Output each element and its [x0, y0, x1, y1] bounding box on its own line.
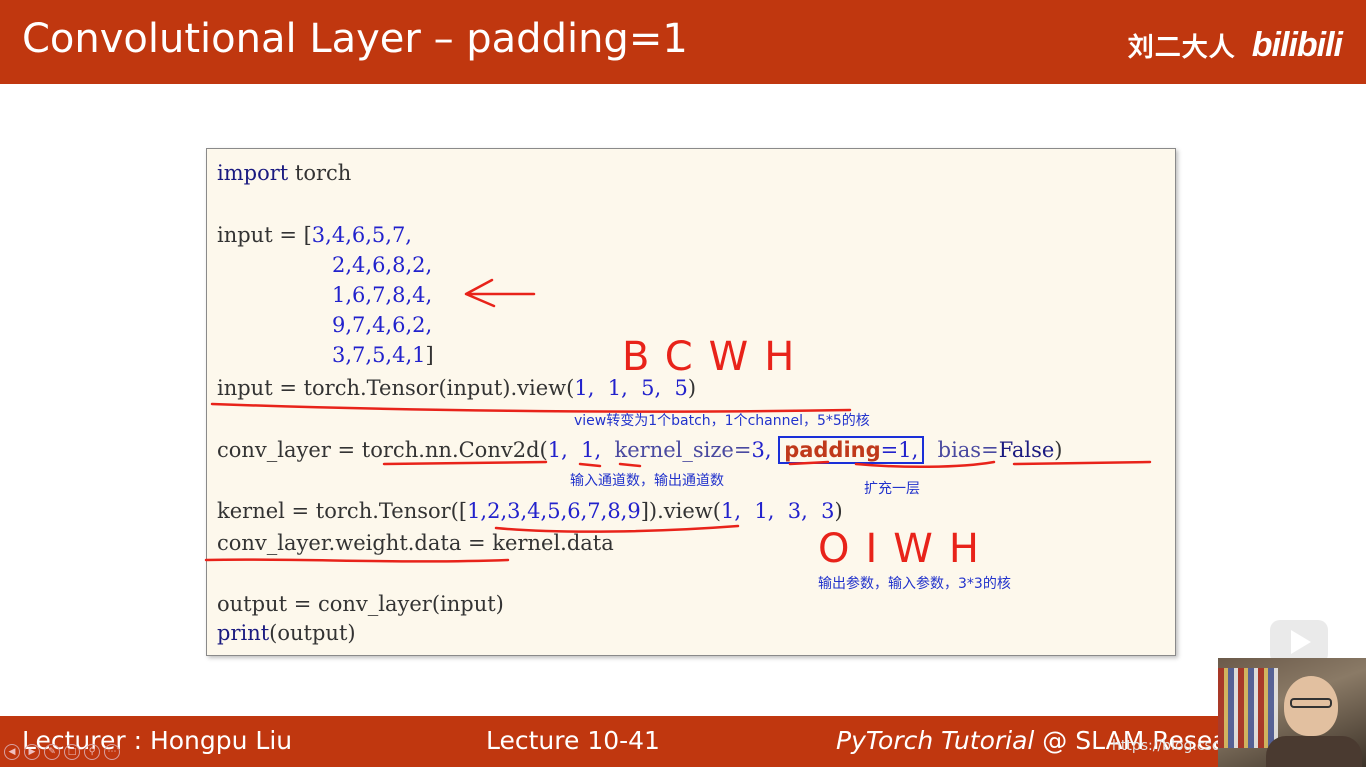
speaker-glasses — [1290, 698, 1332, 708]
code-text: import torch input = [3,4,6,5,7, 2,4,6,8… — [217, 161, 1062, 645]
code-arg-bias: bias= — [924, 438, 999, 462]
code-token: ] — [425, 343, 434, 367]
code-arg-kernel-size: kernel_size= — [601, 438, 752, 462]
code-numbers: 9,7,4,6,2, — [332, 313, 433, 337]
webcam-video — [1218, 658, 1366, 767]
code-token: torch — [288, 161, 352, 185]
note-kernel: 输出参数，输入参数，3*3的核 — [818, 576, 1011, 592]
code-token: input = [ — [217, 223, 312, 247]
code-token: conv_layer.weight.data = kernel.data — [217, 531, 614, 555]
slides-icon[interactable]: □ — [64, 744, 80, 760]
code-token: input = torch.Tensor(input).view( — [217, 376, 575, 400]
code-numbers: =1, — [880, 438, 919, 462]
brand: 刘二大人 bilibili — [1127, 26, 1343, 65]
code-numbers: 2,4,6,8,2, — [332, 253, 433, 277]
code-numbers: 3,4,6,5,7, — [311, 223, 412, 247]
zoom-icon[interactable]: ⚲ — [84, 744, 100, 760]
keyword-import: import — [217, 161, 289, 185]
code-line-1: import torch — [217, 161, 351, 185]
code-line-16: print(output) — [217, 621, 356, 645]
note-io-channels: 输入通道数，输出通道数 — [570, 473, 724, 489]
slide-title: Convolutional Layer – padding=1 — [22, 16, 688, 62]
code-line-15: output = conv_layer(input) — [217, 592, 504, 616]
code-line-6: 9,7,4,6,2, — [332, 313, 432, 337]
code-numbers: 3,7,5,4,1 — [332, 343, 426, 367]
next-icon[interactable]: ▶ — [24, 744, 40, 760]
padding-keyword: padding — [784, 438, 881, 462]
code-token: ]).view( — [640, 499, 721, 523]
keyword-print: print — [217, 621, 270, 645]
code-token: conv_layer = torch.nn.Conv2d( — [217, 438, 548, 462]
footer-tutorial-name: PyTorch Tutorial — [836, 726, 1035, 755]
code-block: import torch input = [3,4,6,5,7, 2,4,6,8… — [206, 148, 1176, 656]
code-numbers: 1,6,7,8,4, — [332, 283, 433, 307]
code-numbers: 1, 1, 3, 3 — [720, 499, 835, 523]
speaker-shirt — [1266, 736, 1362, 767]
bookshelf — [1218, 668, 1278, 748]
play-icon — [1291, 630, 1311, 654]
handwritten-oiwh: OIWH — [818, 526, 995, 572]
code-line-13: conv_layer.weight.data = kernel.data — [217, 531, 614, 555]
code-token: (output) — [269, 621, 356, 645]
code-token: output = conv_layer(input) — [217, 592, 504, 616]
code-false: False — [998, 438, 1055, 462]
code-token: ) — [1054, 438, 1063, 462]
brand-name: 刘二大人 — [1127, 33, 1236, 63]
code-token: ) — [834, 499, 843, 523]
more-icon[interactable]: ⋯ — [104, 744, 120, 760]
player-controls: ◀ ▶ ✎ □ ⚲ ⋯ — [4, 744, 120, 760]
footer-lecture-number: Lecture 10-41 — [486, 726, 660, 755]
code-line-10: conv_layer = torch.nn.Conv2d(1, 1, kerne… — [217, 436, 1062, 464]
code-line-3: input = [3,4,6,5,7, — [217, 223, 412, 247]
note-view: view转变为1个batch，1个channel，5*5的核 — [574, 413, 870, 429]
code-numbers: 3, — [751, 438, 772, 462]
code-numbers: 1, 1, — [547, 438, 602, 462]
code-line-12: kernel = torch.Tensor([1,2,3,4,5,6,7,8,9… — [217, 499, 843, 523]
code-line-7: 3,7,5,4,1] — [332, 343, 434, 367]
padding-highlight-box: padding=1, — [778, 436, 925, 464]
slide-header: Convolutional Layer – padding=1 刘二大人 bil… — [0, 0, 1366, 84]
note-padding: 扩充一层 — [864, 481, 920, 497]
handwritten-bcwh: BCWH — [622, 334, 811, 380]
pen-icon[interactable]: ✎ — [44, 744, 60, 760]
bilibili-logo: bilibili — [1251, 26, 1343, 64]
prev-icon[interactable]: ◀ — [4, 744, 20, 760]
code-numbers: 1,2,3,4,5,6,7,8,9 — [467, 499, 641, 523]
code-line-5: 1,6,7,8,4, — [332, 283, 432, 307]
code-line-4: 2,4,6,8,2, — [332, 253, 432, 277]
slide-footer: Lecturer : Hongpu Liu Lecture 10-41 PyTo… — [0, 716, 1366, 767]
code-token: kernel = torch.Tensor([ — [217, 499, 468, 523]
